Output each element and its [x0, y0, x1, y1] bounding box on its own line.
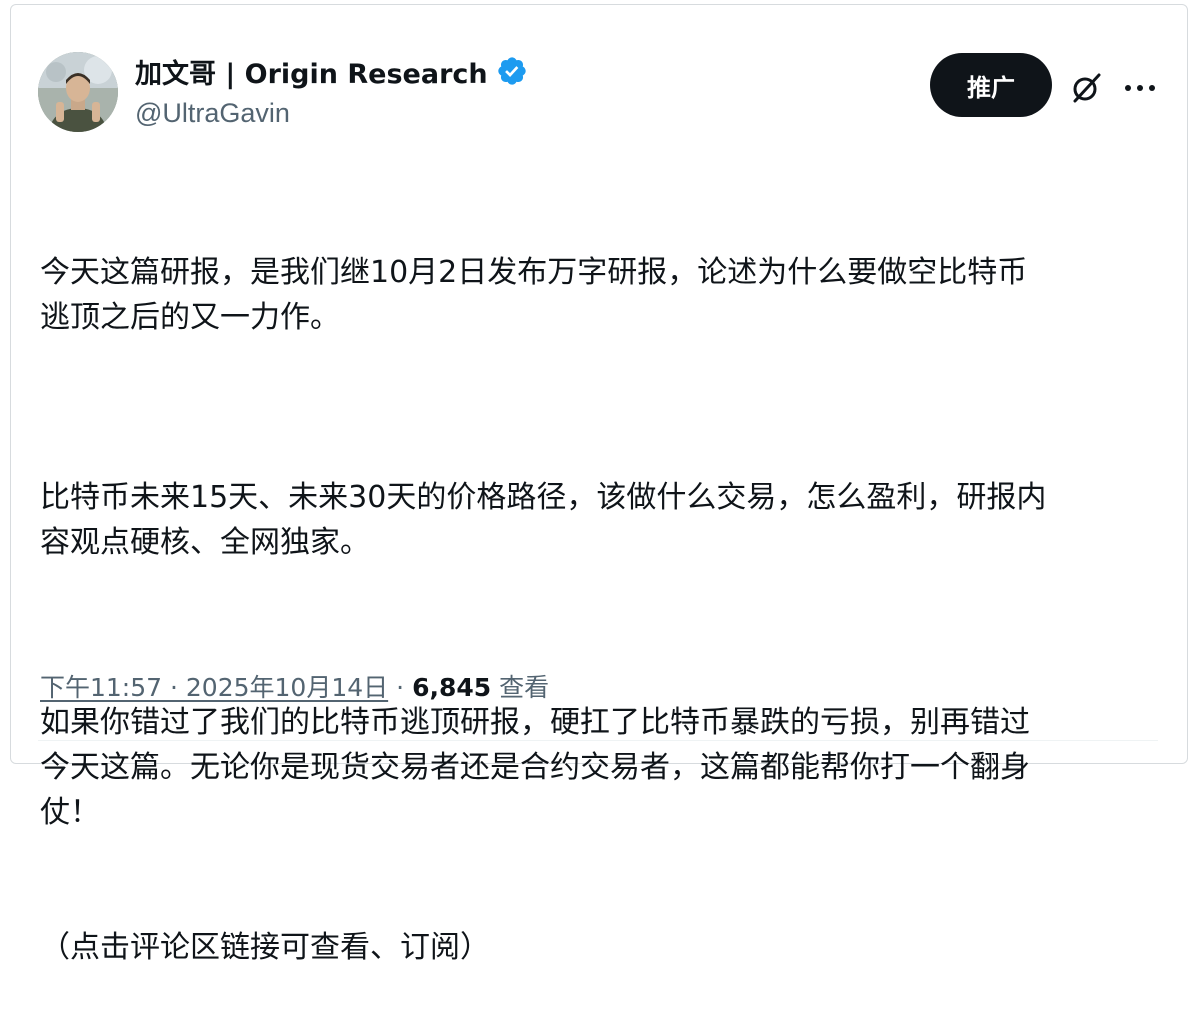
avatar[interactable]: [38, 52, 118, 132]
tweet-text: 今天这篇研报，是我们继10月2日发布万字研报，论述为什么要做空比特币 逃顶之后的…: [40, 160, 1150, 1015]
views-count: 6,845: [412, 673, 492, 702]
tweet-paragraph: 如果你错过了我们的比特币逃顶研报，硬扛了比特币暴跌的亏损，别再错过 今天这篇。无…: [40, 705, 1030, 830]
tweet-paragraph: 今天这篇研报，是我们继10月2日发布万字研报，论述为什么要做空比特币 逃顶之后的…: [40, 255, 1028, 335]
user-handle[interactable]: @UltraGavin: [135, 98, 528, 129]
name-row: 加文哥 | Origin Research: [135, 50, 528, 92]
promote-button[interactable]: 推广: [930, 53, 1052, 117]
avatar-image: [38, 52, 118, 132]
verified-badge-icon: [496, 55, 528, 87]
tweet-paragraph: 比特币未来15天、未来30天的价格路径，该做什么交易，怎么盈利，研报内 容观点硬…: [40, 480, 1047, 560]
display-name[interactable]: 加文哥 | Origin Research: [135, 52, 488, 91]
author-block: 加文哥 | Origin Research @UltraGavin: [135, 50, 528, 130]
views-label: 查看: [499, 673, 550, 702]
meta-separator: ·: [396, 673, 405, 702]
more-horizontal-icon[interactable]: [1122, 76, 1158, 100]
tweet-paragraph: （点击评论区链接可查看、订阅）: [40, 930, 490, 965]
divider: [38, 740, 1158, 741]
timestamp-link[interactable]: 下午11:57 · 2025年10月14日: [40, 668, 388, 704]
grok-icon[interactable]: [1068, 70, 1104, 106]
tweet-meta: 下午11:57 · 2025年10月14日 · 6,845 查看: [40, 668, 549, 704]
